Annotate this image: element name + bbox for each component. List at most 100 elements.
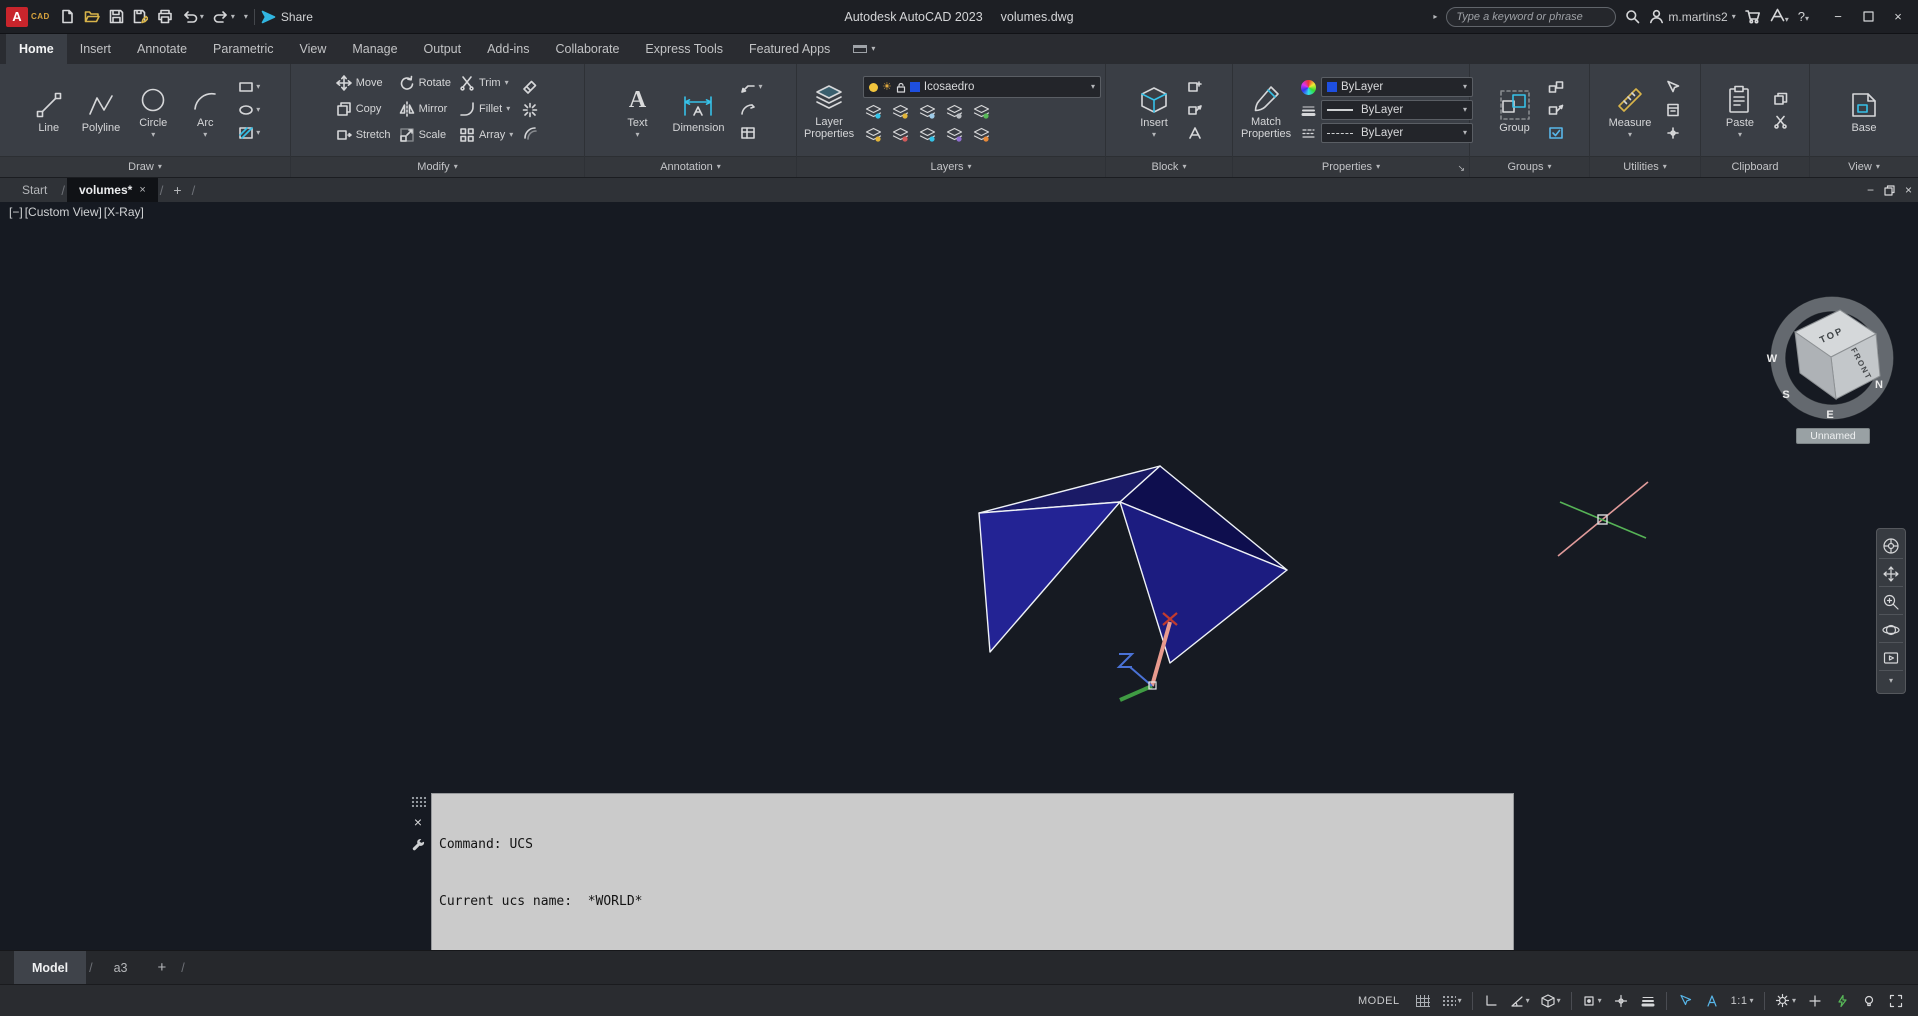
table-tool-button[interactable]	[738, 123, 764, 143]
layer-unlock-button[interactable]	[944, 124, 965, 144]
linetype-select[interactable]: ByLayer ▾	[1321, 123, 1473, 143]
layers-panel-label[interactable]: Layers ▾	[797, 156, 1105, 177]
save-as-button[interactable]	[133, 9, 148, 24]
isodraft-toggle[interactable]: ▾	[1537, 989, 1565, 1013]
utilities-panel-label[interactable]: Utilities ▾	[1590, 156, 1700, 177]
new-layout-button[interactable]: +	[146, 951, 179, 984]
move-tool-button[interactable]: Move	[333, 71, 394, 95]
create-block-button[interactable]	[1185, 77, 1205, 97]
qat-customize-button[interactable]: ▾	[244, 12, 248, 21]
block-panel-label[interactable]: Block ▾	[1106, 156, 1232, 177]
quick-select-button[interactable]	[1663, 77, 1683, 97]
edit-block-button[interactable]	[1185, 100, 1205, 120]
leader-tool-button[interactable]: ▾	[738, 77, 764, 97]
ribbon-display-toggle[interactable]: ▾	[853, 34, 875, 64]
tab-express-tools[interactable]: Express Tools	[632, 34, 736, 64]
command-settings-icon[interactable]	[411, 838, 426, 853]
line-tool-button[interactable]: Line	[26, 87, 72, 134]
autodesk-apps-button[interactable]: ▾	[1770, 8, 1789, 25]
layer-off-button[interactable]	[863, 101, 884, 121]
ungroup-button[interactable]	[1546, 77, 1566, 97]
copy-tool-button[interactable]: Copy	[333, 97, 394, 121]
user-account-button[interactable]: m.martins2 ▾	[1649, 9, 1736, 24]
graphics-performance-toggle[interactable]	[1830, 989, 1854, 1013]
groups-panel-label[interactable]: Groups ▾	[1470, 156, 1589, 177]
app-menu-button[interactable]: A CAD	[6, 6, 50, 27]
layer-on-button[interactable]	[863, 124, 884, 144]
navbar-more-button[interactable]: ▾	[1879, 673, 1903, 689]
tab-collaborate[interactable]: Collaborate	[542, 34, 632, 64]
tab-annotate[interactable]: Annotate	[124, 34, 200, 64]
quick-calc-button[interactable]	[1663, 100, 1683, 120]
command-window[interactable]: × Command: UCS Current ucs name: *WORLD*…	[405, 793, 1514, 950]
layer-properties-button[interactable]: Layer Properties	[801, 81, 857, 140]
layout-tab-model[interactable]: Model	[14, 951, 87, 984]
tab-view[interactable]: View	[286, 34, 339, 64]
text-tool-button[interactable]: A Text ▾	[615, 82, 661, 139]
layer-lock-button[interactable]	[944, 101, 965, 121]
viewport-close-button[interactable]: ×	[1905, 183, 1912, 197]
layer-make-current-button[interactable]	[971, 101, 992, 121]
view-panel-label[interactable]: View ▾	[1810, 156, 1918, 177]
layer-unisolate-button[interactable]	[890, 124, 911, 144]
new-file-button[interactable]	[60, 9, 75, 24]
file-tab-volumes[interactable]: volumes* ×	[66, 178, 158, 202]
paste-button[interactable]: Paste ▾	[1717, 82, 1763, 139]
osnap-toggle[interactable]: ▾	[1578, 989, 1606, 1013]
group-button[interactable]: Group	[1492, 87, 1538, 134]
annotation-monitor-button[interactable]	[1803, 989, 1827, 1013]
layer-isolate-button[interactable]	[890, 101, 911, 121]
rectangle-tool-button[interactable]: ▾	[236, 77, 262, 97]
icosahedron-mesh[interactable]	[978, 465, 1288, 664]
base-view-button[interactable]: Base	[1841, 87, 1887, 134]
otrack-toggle[interactable]	[1609, 989, 1633, 1013]
stretch-tool-button[interactable]: Stretch	[333, 123, 394, 147]
erase-tool-button[interactable]	[520, 77, 540, 97]
layout-tab-a3[interactable]: a3	[96, 951, 146, 984]
offset-tool-button[interactable]	[520, 123, 540, 143]
mirror-tool-button[interactable]: Mirror	[396, 97, 454, 121]
save-button[interactable]	[109, 9, 124, 24]
snap-toggle[interactable]: ▾	[1438, 989, 1466, 1013]
redo-button[interactable]: ▾	[213, 10, 235, 24]
tab-add-ins[interactable]: Add-ins	[474, 34, 542, 64]
object-color-select[interactable]: ByLayer ▾	[1321, 77, 1473, 97]
viewport-restore-button[interactable]	[1884, 184, 1895, 196]
circle-tool-button[interactable]: Circle ▾	[130, 82, 176, 139]
layer-thaw-button[interactable]	[917, 124, 938, 144]
group-edit-button[interactable]	[1546, 100, 1566, 120]
cut-clip-button[interactable]	[1771, 112, 1791, 132]
isolate-objects-button[interactable]	[1857, 989, 1881, 1013]
viewcube-north-label[interactable]: N	[1875, 379, 1883, 391]
model-space-toggle[interactable]: MODEL	[1350, 989, 1408, 1013]
drawing-canvas[interactable]: TOP FRONT W S E N [−] [Custom View] [X-R…	[0, 202, 1918, 950]
annotation-panel-label[interactable]: Annotation ▾	[585, 156, 796, 177]
tab-manage[interactable]: Manage	[339, 34, 410, 64]
multileader-tool-button[interactable]	[738, 100, 764, 120]
orbit-button[interactable]	[1879, 617, 1903, 643]
command-history-box[interactable]: Command: UCS Current ucs name: *WORLD* S…	[431, 793, 1514, 950]
id-point-button[interactable]	[1663, 123, 1683, 143]
block-attributes-button[interactable]	[1185, 123, 1205, 143]
minimize-button[interactable]: −	[1824, 5, 1852, 29]
array-tool-button[interactable]: Array ▾	[456, 123, 516, 147]
properties-panel-label[interactable]: Properties ▾ ↘	[1233, 156, 1469, 177]
open-file-button[interactable]	[84, 9, 100, 24]
share-button[interactable]: Share	[261, 10, 313, 24]
annotation-scale-button[interactable]: 1:1 ▾	[1727, 989, 1758, 1013]
viewcube-east-label[interactable]: E	[1826, 409, 1833, 421]
viewcube[interactable]: TOP FRONT W S E N	[1767, 296, 1894, 421]
modify-panel-label[interactable]: Modify ▾	[291, 156, 584, 177]
clipboard-panel-label[interactable]: Clipboard	[1701, 156, 1809, 177]
ortho-toggle[interactable]	[1479, 989, 1503, 1013]
viewport-minimize-button[interactable]: −	[1867, 183, 1874, 197]
explode-tool-button[interactable]	[520, 100, 540, 120]
measure-button[interactable]: Measure ▾	[1605, 82, 1656, 139]
polar-tracking-toggle[interactable]: ▾	[1506, 989, 1534, 1013]
fillet-tool-button[interactable]: Fillet ▾	[456, 97, 516, 121]
ucs-name-badge[interactable]: Unnamed	[1796, 428, 1870, 444]
lineweight-toggle[interactable]	[1636, 989, 1660, 1013]
selection-cycling-toggle[interactable]	[1673, 989, 1697, 1013]
viewcube-west-label[interactable]: W	[1767, 353, 1778, 365]
pan-button[interactable]	[1879, 561, 1903, 587]
